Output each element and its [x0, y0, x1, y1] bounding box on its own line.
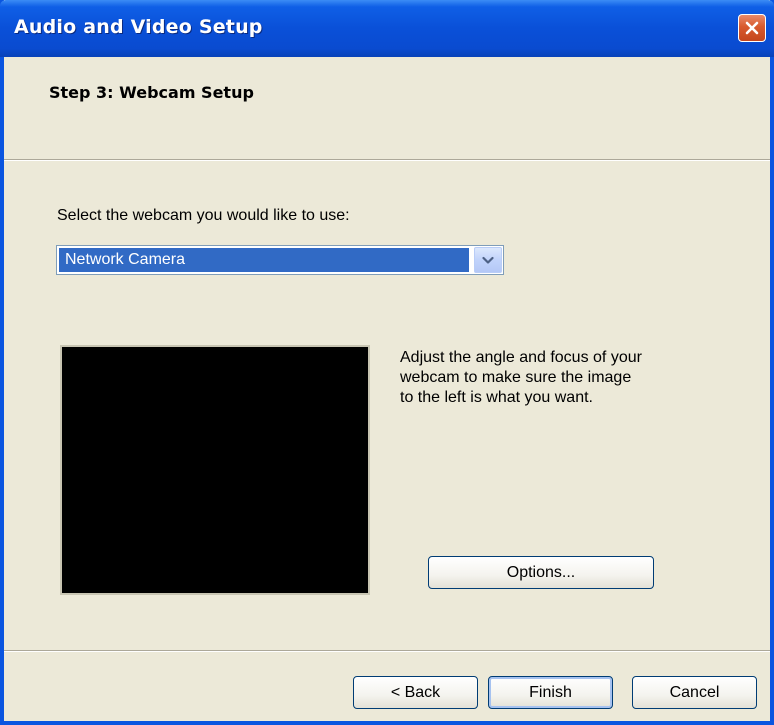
close-icon [745, 21, 759, 35]
footer-divider [4, 650, 770, 652]
window-title: Audio and Video Setup [14, 16, 263, 38]
cancel-button[interactable]: Cancel [632, 676, 757, 709]
window-bottom-border [0, 721, 774, 725]
close-button[interactable] [738, 14, 766, 42]
wizard-header: Step 3: Webcam Setup [4, 57, 770, 159]
webcam-select-label: Select the webcam you would like to use: [57, 207, 350, 224]
audio-video-setup-dialog: Audio and Video Setup Step 3: Webcam Set… [0, 0, 774, 725]
instructions-text: Adjust the angle and focus of your webca… [400, 349, 642, 406]
dropdown-button[interactable] [474, 247, 502, 273]
title-bar[interactable]: Audio and Video Setup [0, 0, 774, 57]
header-divider [4, 159, 770, 161]
webcam-select[interactable]: Network Camera [56, 245, 504, 275]
options-button[interactable]: Options... [428, 556, 654, 589]
webcam-preview [60, 345, 370, 595]
back-button[interactable]: < Back [353, 676, 478, 709]
webcam-select-value: Network Camera [59, 248, 469, 272]
step-title: Step 3: Webcam Setup [49, 83, 254, 102]
chevron-down-icon [482, 256, 494, 264]
finish-button[interactable]: Finish [488, 676, 613, 709]
